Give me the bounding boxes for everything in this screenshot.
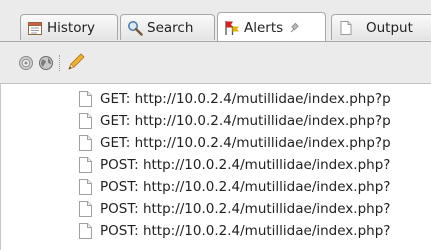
- alerts-list: GET: http://10.0.2.4/mutillidae/index.ph…: [0, 84, 431, 250]
- tab-alerts-label: Alerts: [244, 19, 284, 36]
- alert-url: GET: http://10.0.2.4/mutillidae/index.ph…: [100, 135, 391, 151]
- tab-strip: History Search Alerts Output: [0, 0, 431, 42]
- list-item[interactable]: GET: http://10.0.2.4/mutillidae/index.ph…: [79, 132, 391, 154]
- alert-url: POST: http://10.0.2.4/mutillidae/index.p…: [100, 201, 391, 217]
- flags-icon: [224, 20, 240, 36]
- tab-history[interactable]: History: [20, 14, 118, 40]
- alert-url: POST: http://10.0.2.4/mutillidae/index.p…: [100, 223, 391, 239]
- tab-alerts[interactable]: Alerts: [217, 12, 326, 42]
- list-item[interactable]: GET: http://10.0.2.4/mutillidae/index.ph…: [79, 88, 391, 110]
- alerts-toolbar: [0, 42, 431, 84]
- magnifier-icon: [127, 20, 143, 36]
- calendar-icon: [27, 20, 43, 36]
- document-icon: [79, 135, 92, 151]
- list-item[interactable]: POST: http://10.0.2.4/mutillidae/index.p…: [79, 220, 390, 242]
- document-icon: [338, 20, 354, 36]
- list-item[interactable]: POST: http://10.0.2.4/mutillidae/index.p…: [79, 154, 390, 176]
- tab-output[interactable]: Output: [331, 14, 431, 40]
- document-icon: [79, 223, 92, 239]
- toolbar-separator: [59, 55, 60, 71]
- document-icon: [79, 157, 92, 173]
- document-icon: [79, 91, 92, 107]
- alert-url: GET: http://10.0.2.4/mutillidae/index.ph…: [100, 113, 391, 129]
- tab-history-label: History: [47, 19, 96, 36]
- list-item[interactable]: POST: http://10.0.2.4/mutillidae/index.p…: [79, 198, 390, 220]
- pin-icon[interactable]: [289, 22, 299, 34]
- tab-output-label: Output: [366, 19, 413, 36]
- document-icon: [79, 179, 92, 195]
- document-icon: [79, 113, 92, 129]
- alert-url: POST: http://10.0.2.4/mutillidae/index.p…: [100, 179, 391, 195]
- alert-url: POST: http://10.0.2.4/mutillidae/index.p…: [100, 157, 391, 173]
- pencil-icon[interactable]: [66, 52, 86, 72]
- tab-search-label: Search: [147, 19, 194, 36]
- alert-url: GET: http://10.0.2.4/mutillidae/index.ph…: [100, 91, 391, 107]
- document-icon: [79, 201, 92, 217]
- tab-search[interactable]: Search: [120, 14, 215, 40]
- globe-icon[interactable]: [38, 55, 54, 71]
- target-icon[interactable]: [18, 55, 34, 71]
- list-item[interactable]: POST: http://10.0.2.4/mutillidae/index.p…: [79, 176, 390, 198]
- list-item[interactable]: GET: http://10.0.2.4/mutillidae/index.ph…: [79, 110, 391, 132]
